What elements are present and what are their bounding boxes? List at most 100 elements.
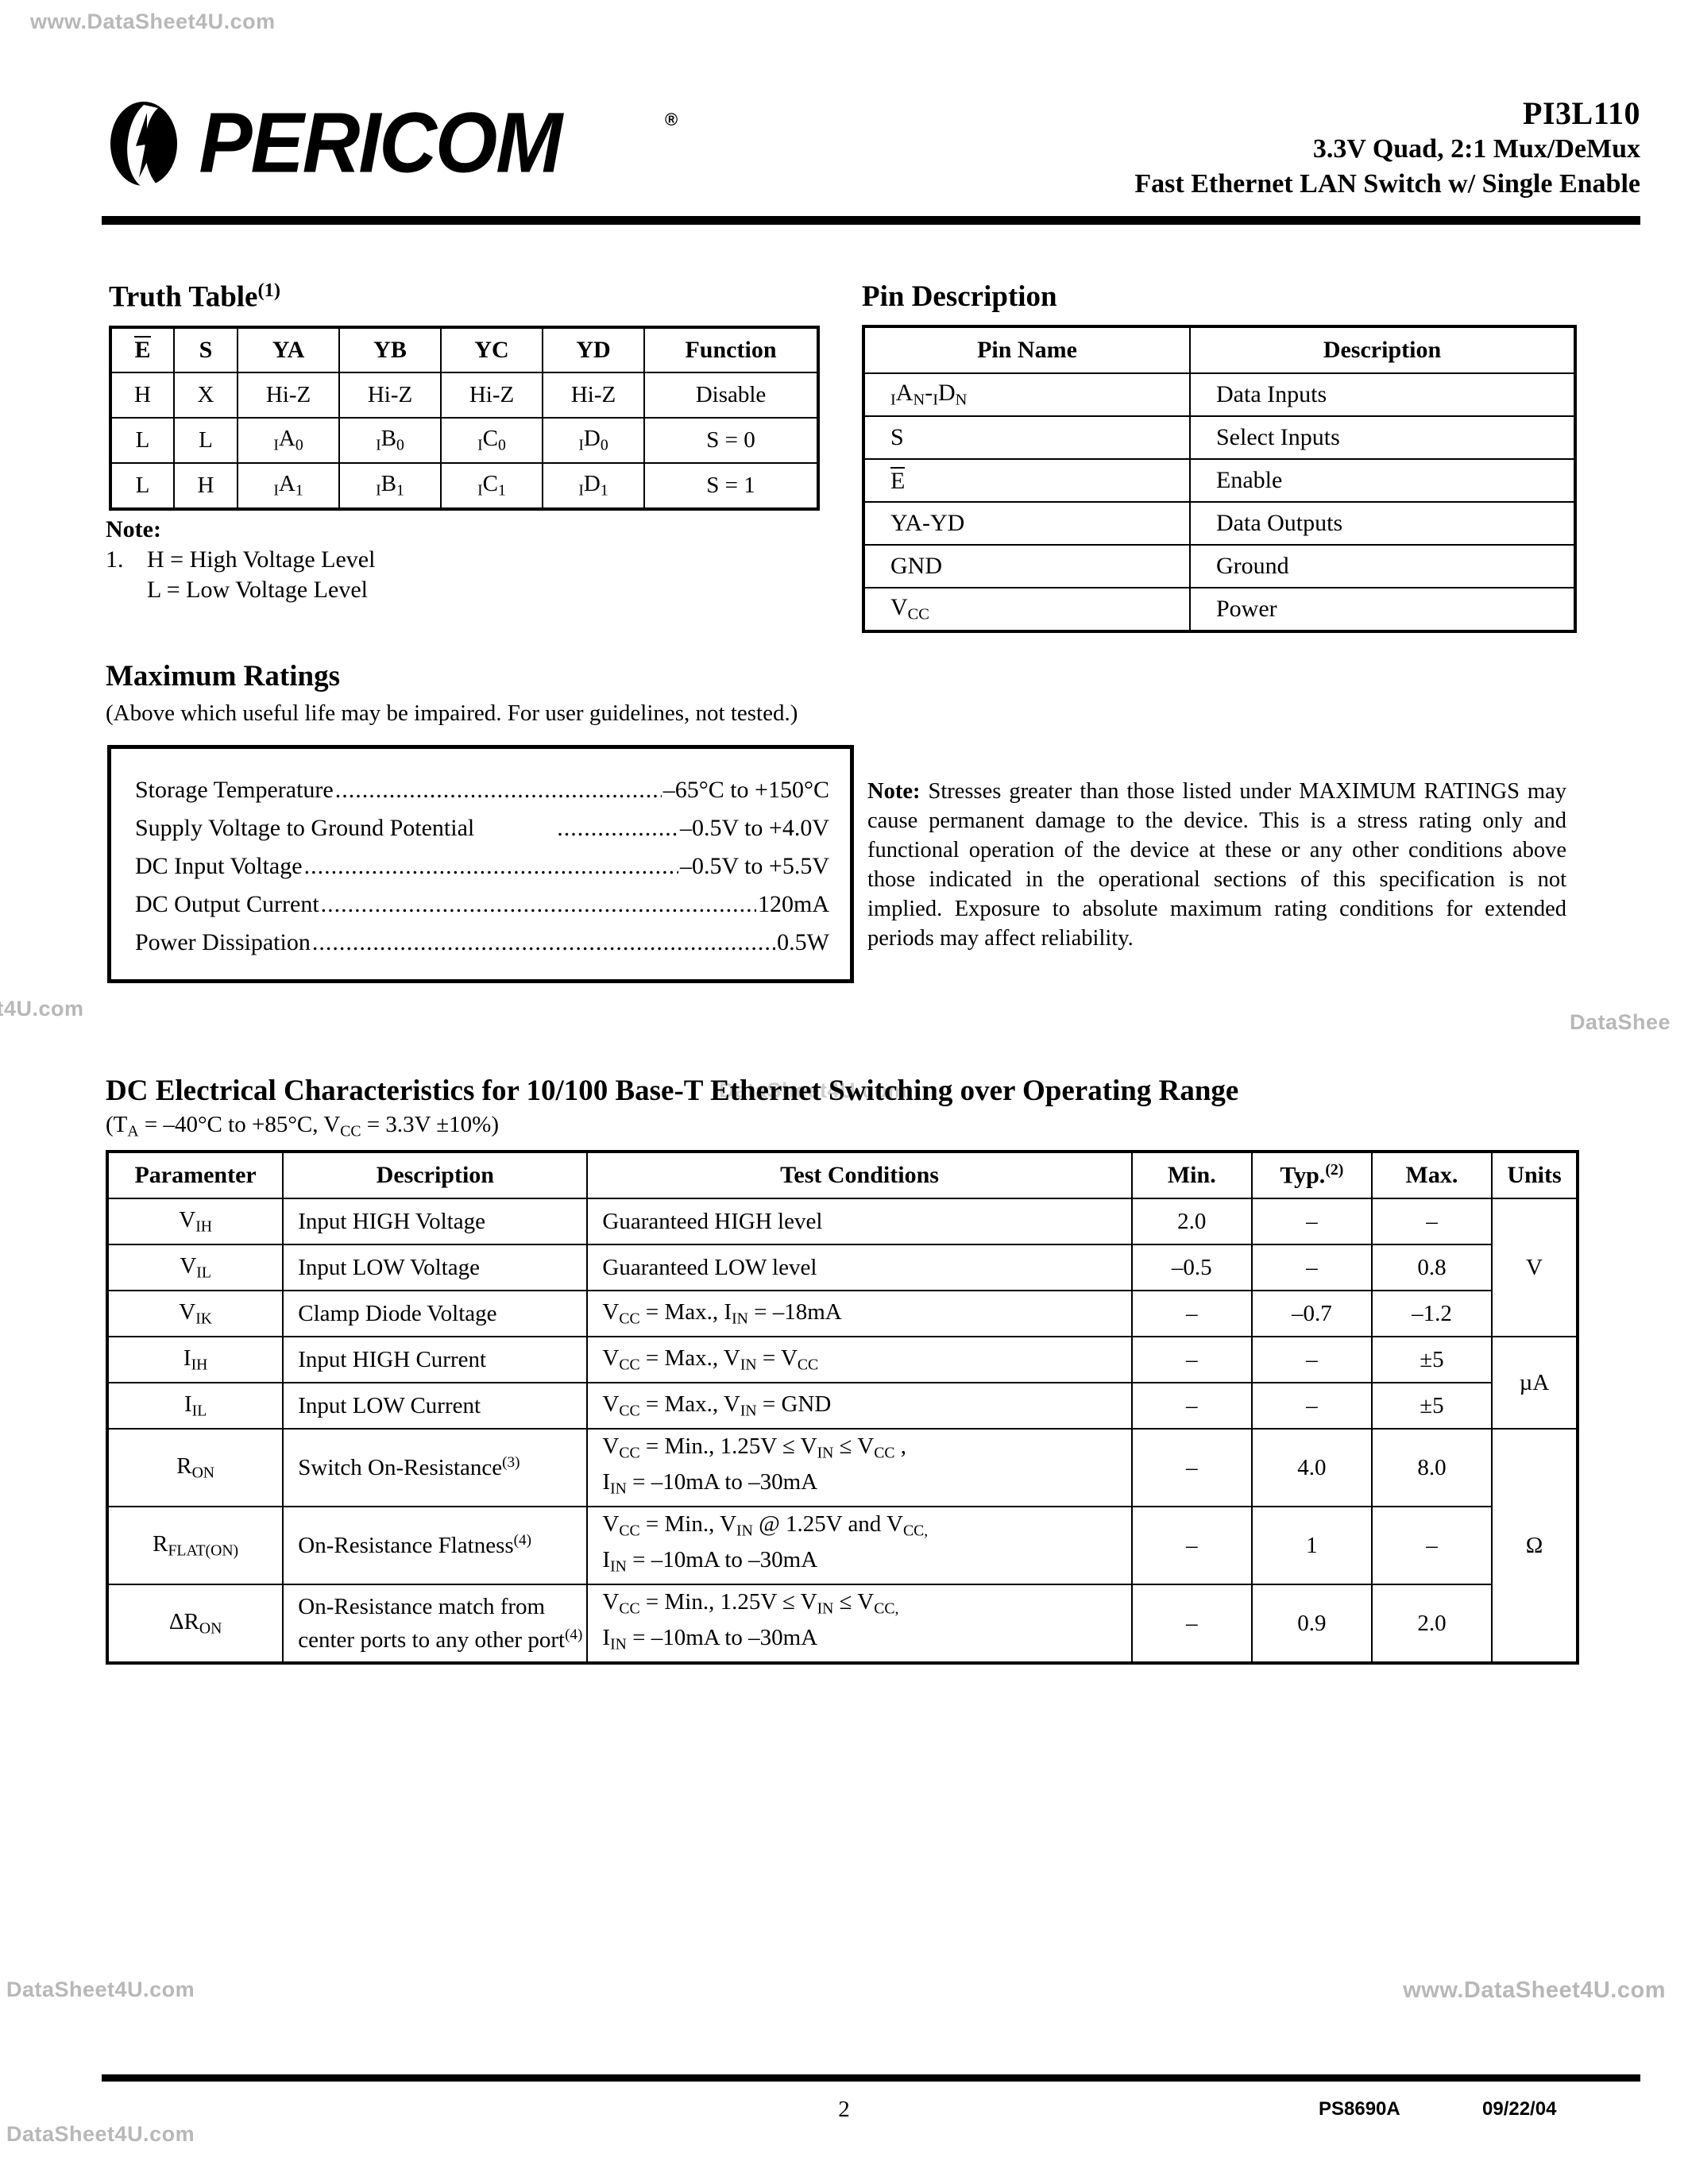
note-number-blank [106,575,147,605]
cell-test-conditions: Guaranteed LOW level [586,1244,1133,1291]
cell-yc: IC1 [440,461,543,510]
header-subtitle-1: 3.3V Quad, 2:1 Mux/DeMux [1312,134,1640,164]
watermark-mid-right: DataShee [1569,1010,1671,1034]
cell-description: On-Resistance Flatness(4) [282,1506,589,1585]
th-min: Min. [1130,1151,1253,1199]
maximum-ratings-title: Maximum Ratings [106,660,340,693]
maximum-ratings-subtitle: (Above which useful life may be impaired… [106,700,798,726]
pin-description-table: Pin Name Description IAN-IDN Data Inputs… [862,325,1577,633]
dc-characteristics-table: Paramenter Description Test Conditions M… [106,1150,1579,1665]
note-item-continued: L = Low Voltage Level [106,575,375,605]
cell-pin-name: E [863,458,1191,503]
cell-yc: Hi-Z [440,371,543,419]
list-item: Storage Temperature ....................… [135,771,829,809]
truth-table-title-text: Truth Table [109,280,258,314]
cell-test-conditions: VCC = Max., VIN = VCC [586,1336,1133,1383]
cell-max: – [1370,1198,1493,1245]
table-row: RFLAT(ON) On-Resistance Flatness(4) VCC … [106,1506,1578,1585]
cell-min: 2.0 [1130,1198,1253,1245]
cell-pin-desc: Select Inputs [1189,415,1576,460]
note-line-2: L = Low Voltage Level [147,577,368,603]
cell-e: L [110,416,175,464]
cell-e: L [110,461,175,510]
cell-parameter: VIL [106,1244,284,1291]
rating-label: DC Input Voltage [135,853,303,879]
cell-min: – [1130,1382,1253,1430]
cell-max: ±5 [1370,1382,1493,1430]
dc-characteristics-section: Paramenter Description Test Conditions M… [106,1150,1579,1665]
cell-test-conditions: VCC = Min., 1.25V ≤ VIN ≤ VCC, IIN = –10… [586,1584,1133,1664]
header-title-block: PI3L110 3.3V Quad, 2:1 Mux/DeMux Fast Et… [1134,95,1640,202]
table-row: S Select Inputs [863,415,1576,460]
table-row: RON Switch On-Resistance(3) VCC = Min., … [106,1428,1578,1664]
pericom-logo: PERICOM ® [109,100,697,187]
note-line-1: H = High Voltage Level [147,546,376,573]
cell-pin-desc: Ground [1189,544,1576,588]
cell-typ: 1 [1250,1506,1373,1585]
maximum-ratings-note: Note: Stresses greater than those listed… [867,777,1566,953]
cell-typ: 0.9 [1250,1584,1373,1664]
cell-max: – [1370,1506,1493,1585]
truth-table-section: Truth Table(1) E S YA YB YC YD Function … [109,280,820,511]
truth-table-header-row: E S YA YB YC YD Function [110,326,819,373]
leader-dots: ........................................… [311,929,776,955]
cell-description: Clamp Diode Voltage [282,1290,589,1337]
table-row: H X Hi-Z Hi-Z Hi-Z Hi-Z Disable [110,371,819,419]
cell-pin-desc: Power [1189,587,1576,632]
cell-pin-name: VCC [863,587,1191,632]
document-code: PS8690A [1319,2098,1400,2120]
watermark-bottom-right: www.DataSheet4U.com [1403,1978,1666,2003]
cell-parameter: IIH [106,1336,284,1383]
cell-test-conditions: VCC = Min., VIN @ 1.25V and VCC, IIN = –… [586,1506,1133,1585]
cell-description: Switch On-Resistance(3) [282,1428,589,1507]
th-units: Units [1491,1151,1578,1199]
maximum-ratings-box: Storage Temperature ....................… [107,745,854,983]
cell-yc: IC0 [440,416,543,464]
cell-units: Ω [1491,1428,1578,1664]
th-enable: E [110,326,175,373]
th-yd: YD [542,326,645,373]
cell-typ: – [1250,1382,1373,1430]
cell-min: – [1130,1290,1253,1337]
cell-max: –1.2 [1370,1290,1493,1337]
cell-pin-desc: Enable [1189,458,1576,503]
cell-min: – [1130,1584,1253,1664]
pin-description-section: Pin Description Pin Name Description IAN… [862,280,1577,633]
cell-typ: –0.7 [1250,1290,1373,1337]
th-test-conditions: Test Conditions [586,1151,1133,1199]
th-max: Max. [1370,1151,1493,1199]
cell-ya: Hi-Z [237,371,340,419]
cell-yd: ID1 [542,461,645,510]
cell-yb: IB0 [338,416,442,464]
cell-pin-name: S [863,415,1191,460]
rating-value: 120mA [758,891,829,917]
th-pin-desc: Description [1189,326,1576,374]
th-typ: Typ.(2) [1250,1151,1373,1199]
cell-test-conditions: Guaranteed HIGH level [586,1198,1133,1245]
part-number: PI3L110 [1523,95,1640,131]
table-row: VCC Power [863,587,1576,632]
cell-yb: Hi-Z [338,371,442,419]
rating-label: DC Output Current [135,891,319,917]
list-item: DC Output Current ......................… [135,886,829,924]
note-text: Stresses greater than those listed under… [867,779,1566,951]
leader-dots: ........................................… [303,853,678,879]
table-row: YA-YD Data Outputs [863,501,1576,546]
table-row: ΔRON On-Resistance match from center por… [106,1584,1578,1664]
pin-description-title: Pin Description [862,280,1057,313]
th-select: S [173,326,238,373]
cell-max: ±5 [1370,1336,1493,1383]
rating-label: Power Dissipation [135,929,311,955]
cell-parameter: ΔRON [106,1584,284,1664]
cell-description: Input LOW Current [282,1382,589,1430]
cell-test-conditions: VCC = Min., 1.25V ≤ VIN ≤ VCC , IIN = –1… [586,1428,1133,1507]
cell-description: Input HIGH Voltage [282,1198,589,1245]
cell-yd: ID0 [542,416,645,464]
cell-parameter: VIH [106,1198,284,1245]
table-row: VIH Input HIGH Voltage Guaranteed HIGH l… [106,1198,1578,1337]
svg-text:®: ® [665,110,678,129]
rating-value: –0.5V to +4.0V [679,815,829,841]
cell-description: Input HIGH Current [282,1336,589,1383]
list-item: DC Input Voltage .......................… [135,847,829,886]
cell-s: L [173,416,238,464]
